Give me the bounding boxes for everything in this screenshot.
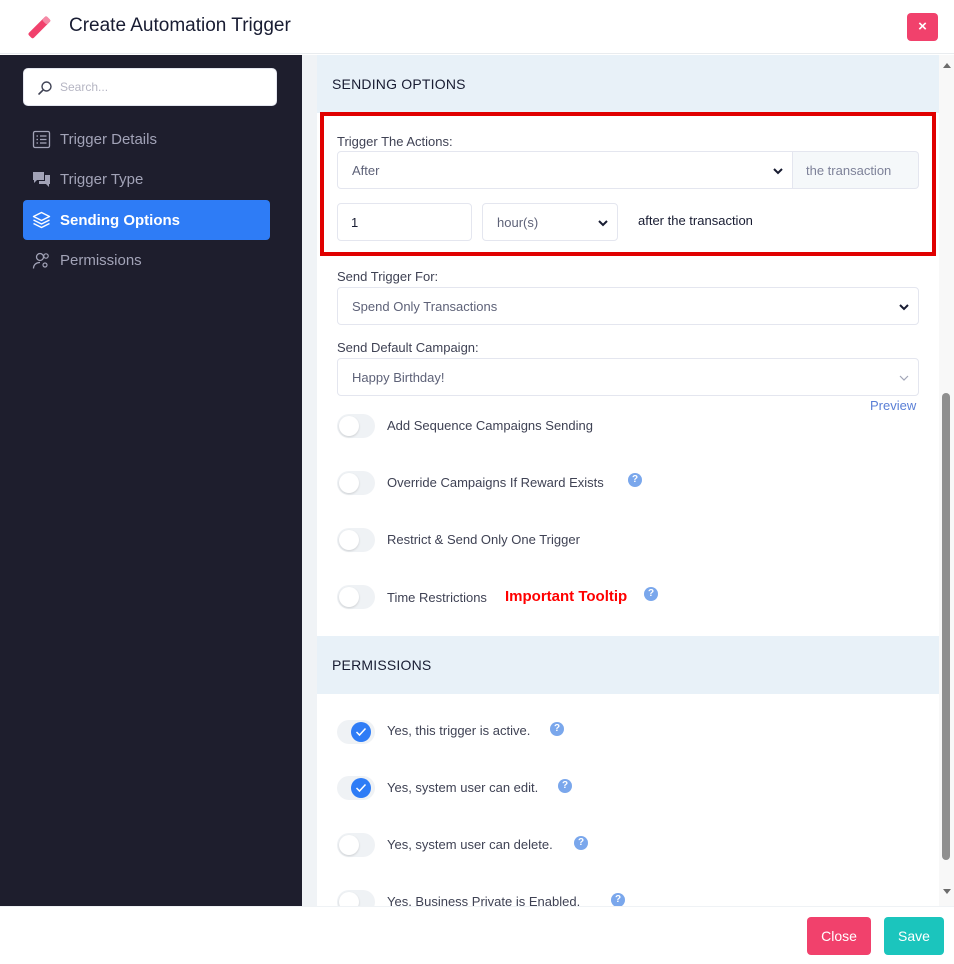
checkmark-icon	[355, 727, 367, 737]
preview-link[interactable]: Preview	[870, 398, 916, 413]
section-title: SENDING OPTIONS	[332, 76, 466, 92]
toggle-label: Time Restrictions	[387, 590, 487, 605]
toggle-knob	[339, 416, 359, 436]
close-button[interactable]: Close	[807, 917, 871, 955]
chat-icon	[33, 172, 50, 187]
send-trigger-for-select[interactable]: Spend Only Transactions	[337, 287, 919, 325]
send-trigger-for-label: Send Trigger For:	[337, 269, 439, 284]
help-icon[interactable]: ?	[574, 836, 588, 850]
toggle-knob	[339, 473, 359, 493]
select-value: Spend Only Transactions	[352, 299, 498, 314]
toggle-label: Override Campaigns If Reward Exists	[387, 475, 604, 490]
select-value: Happy Birthday!	[352, 370, 445, 385]
close-x-button[interactable]: ×	[907, 13, 938, 41]
list-icon	[32, 130, 51, 149]
permissions-panel: Yes, this trigger is active. ? Yes, syst…	[317, 694, 939, 906]
sidebar-item-permissions[interactable]: Permissions	[23, 240, 270, 280]
sidebar-item-trigger-type[interactable]: Trigger Type	[23, 159, 270, 199]
help-icon[interactable]: ?	[644, 587, 658, 601]
toggle-knob	[339, 892, 359, 906]
modal-header: Create Automation Trigger ×	[0, 0, 954, 54]
sidebar-item-sending-options[interactable]: Sending Options	[23, 200, 270, 240]
restrict-one-trigger-toggle[interactable]	[337, 528, 375, 552]
content-area: SENDING OPTIONS Trigger The Actions: Aft…	[302, 55, 939, 906]
highlight-box	[320, 112, 936, 256]
default-campaign-select[interactable]: Happy Birthday!	[337, 358, 919, 396]
toggle-knob	[351, 722, 371, 742]
toggle-label: Yes, system user can edit.	[387, 780, 539, 795]
permissions-header: PERMISSIONS	[317, 636, 939, 694]
help-icon[interactable]: ?	[558, 779, 572, 793]
toggle-label: Yes, this trigger is active.	[387, 723, 531, 738]
trigger-active-toggle[interactable]	[337, 720, 375, 744]
system-user-delete-toggle[interactable]	[337, 833, 375, 857]
override-campaigns-toggle[interactable]	[337, 471, 375, 495]
sidebar-search[interactable]	[23, 68, 277, 106]
sidebar-item-trigger-details[interactable]: Trigger Details	[23, 119, 270, 159]
search-icon	[38, 81, 52, 95]
sidebar-item-label: Permissions	[60, 252, 142, 269]
system-user-edit-toggle[interactable]	[337, 776, 375, 800]
section-title: PERMISSIONS	[332, 657, 432, 673]
business-private-toggle[interactable]	[337, 890, 375, 906]
save-button[interactable]: Save	[884, 917, 944, 955]
sidebar: Trigger Details Trigger Type Sending Opt…	[0, 55, 302, 906]
sidebar-item-label: Trigger Type	[60, 171, 144, 188]
toggle-knob	[339, 835, 359, 855]
toggle-knob	[339, 587, 359, 607]
toggle-knob	[339, 530, 359, 550]
sequence-campaigns-toggle[interactable]	[337, 414, 375, 438]
toggle-knob	[351, 778, 371, 798]
chevron-down-icon	[899, 375, 909, 381]
scroll-down-arrow-icon[interactable]	[943, 889, 951, 894]
toggle-label: Yes, system user can delete.	[387, 837, 553, 852]
toggle-label: Yes, Business Private is Enabled.	[387, 894, 581, 906]
checkmark-icon	[355, 783, 367, 793]
user-gear-icon	[32, 252, 49, 269]
search-input[interactable]	[60, 69, 270, 105]
scroll-up-arrow-icon[interactable]	[943, 63, 951, 68]
help-icon[interactable]: ?	[628, 473, 642, 487]
layers-icon	[32, 211, 51, 229]
time-restrictions-toggle[interactable]	[337, 585, 375, 609]
help-icon[interactable]: ?	[550, 722, 564, 736]
pencil-icon	[28, 16, 51, 39]
sidebar-item-label: Sending Options	[60, 212, 180, 229]
modal-title: Create Automation Trigger	[69, 15, 291, 36]
sidebar-item-label: Trigger Details	[60, 131, 157, 148]
modal-footer: Close Save	[0, 906, 954, 964]
chevron-down-icon	[899, 304, 909, 311]
scrollbar[interactable]	[939, 55, 954, 906]
sending-options-header: SENDING OPTIONS	[317, 55, 939, 113]
important-tooltip-text: Important Tooltip	[505, 588, 628, 605]
default-campaign-label: Send Default Campaign:	[337, 340, 479, 355]
help-icon[interactable]: ?	[611, 893, 625, 906]
toggle-label: Restrict & Send Only One Trigger	[387, 532, 580, 547]
toggle-label: Add Sequence Campaigns Sending	[387, 418, 593, 433]
scrollbar-thumb[interactable]	[942, 393, 950, 860]
